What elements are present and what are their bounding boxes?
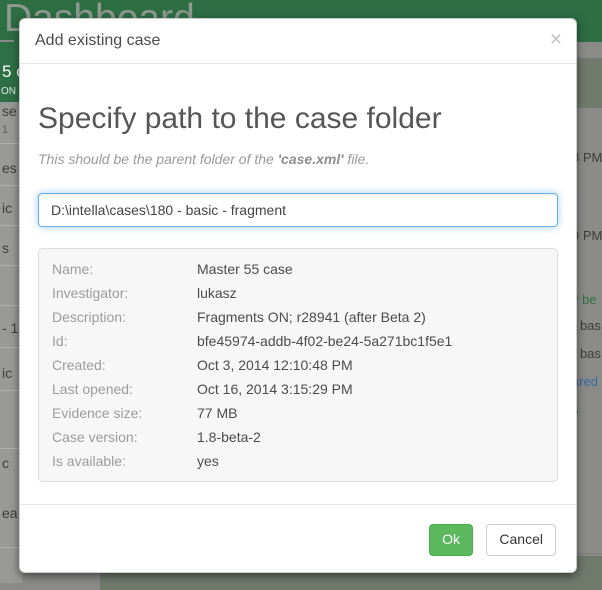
note-suffix: file. xyxy=(344,151,370,167)
backdrop-case-count-sub: ON xyxy=(1,86,16,97)
ok-button[interactable]: Ok xyxy=(429,524,473,556)
detail-label: Id: xyxy=(52,329,197,353)
detail-value: yes xyxy=(197,449,219,473)
detail-value: Master 55 case xyxy=(197,257,293,281)
detail-row: Last opened: Oct 16, 2014 3:15:29 PM xyxy=(39,377,557,401)
backdrop-list-text: se xyxy=(2,103,17,119)
detail-row: Id: bfe45974-addb-4f02-be24-5a271bc1f5e1 xyxy=(39,329,557,353)
detail-value: 1.8-beta-2 xyxy=(197,425,261,449)
detail-value: Fragments ON; r28941 (after Beta 2) xyxy=(197,305,426,329)
backdrop-list-text: ic xyxy=(2,200,12,216)
detail-value: lukasz xyxy=(197,281,237,305)
detail-label: Evidence size: xyxy=(52,401,197,425)
detail-label: Description: xyxy=(52,305,197,329)
detail-value: Oct 3, 2014 12:10:48 PM xyxy=(197,353,353,377)
close-icon[interactable]: × xyxy=(550,29,562,50)
note-prefix: This should be the parent folder of the xyxy=(38,151,278,167)
dialog-title: Add existing case xyxy=(35,33,561,49)
add-existing-case-dialog: Add existing case × Specify path to the … xyxy=(19,18,577,573)
dialog-footer: Ok Cancel xyxy=(20,504,576,572)
backdrop-footer-corner xyxy=(0,583,22,590)
detail-label: Investigator: xyxy=(52,281,197,305)
detail-label: Case version: xyxy=(52,425,197,449)
backdrop-list-text: es xyxy=(2,160,17,176)
detail-label: Is available: xyxy=(52,449,197,473)
case-details-panel: Name: Master 55 case Investigator: lukas… xyxy=(38,248,558,482)
dialog-header: Add existing case × xyxy=(20,19,576,64)
detail-value: bfe45974-addb-4f02-be24-5a271bc1f5e1 xyxy=(197,329,452,353)
detail-label: Name: xyxy=(52,257,197,281)
case-path-input[interactable] xyxy=(38,193,558,227)
detail-row: Investigator: lukasz xyxy=(39,281,557,305)
backdrop-list-text: s xyxy=(2,240,9,256)
backdrop-list-text: ea xyxy=(2,505,18,521)
detail-row: Created: Oct 3, 2014 12:10:48 PM xyxy=(39,353,557,377)
detail-row: Is available: yes xyxy=(39,449,557,473)
backdrop-list-text: ic xyxy=(2,365,12,381)
note-emphasis: 'case.xml' xyxy=(278,151,344,167)
detail-label: Created: xyxy=(52,353,197,377)
detail-row: Case version: 1.8-beta-2 xyxy=(39,425,557,449)
dialog-heading: Specify path to the case folder xyxy=(38,102,558,135)
detail-value: Oct 16, 2014 3:15:29 PM xyxy=(197,377,353,401)
dialog-note: This should be the parent folder of the … xyxy=(38,151,558,167)
backdrop-list-text: c xyxy=(2,455,9,471)
cancel-button[interactable]: Cancel xyxy=(486,524,556,556)
backdrop-list-text: 1 xyxy=(2,124,8,136)
detail-label: Last opened: xyxy=(52,377,197,401)
detail-row: Description: Fragments ON; r28941 (after… xyxy=(39,305,557,329)
dialog-body: Specify path to the case folder This sho… xyxy=(20,64,576,504)
detail-value: 77 MB xyxy=(197,401,237,425)
detail-row: Evidence size: 77 MB xyxy=(39,401,557,425)
detail-row: Name: Master 55 case xyxy=(39,257,557,281)
